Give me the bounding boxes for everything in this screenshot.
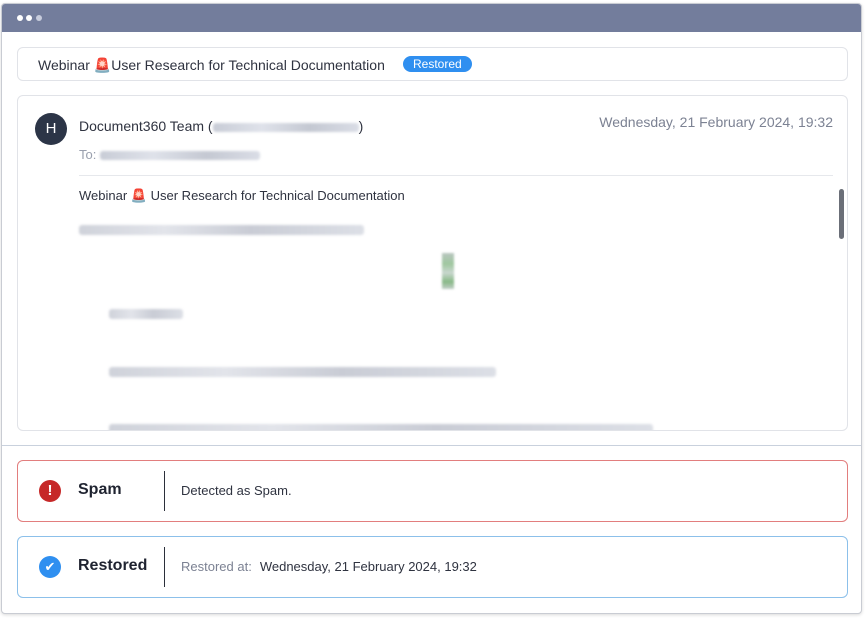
scrollbar[interactable]	[839, 189, 844, 239]
subject-bar: Webinar 🚨User Research for Technical Doc…	[17, 47, 848, 81]
header-divider	[79, 175, 833, 176]
redacted-image	[442, 253, 454, 289]
redacted-body-text	[109, 367, 496, 377]
body-title: Webinar 🚨 User Research for Technical Do…	[79, 188, 405, 204]
redacted-sender-email	[212, 122, 359, 132]
subject-text: User Research for Technical Documentatio…	[111, 57, 385, 73]
window-dot-icon	[17, 15, 23, 21]
redacted-body-text	[79, 225, 364, 235]
subject-line: Webinar 🚨User Research for Technical Doc…	[38, 57, 385, 74]
spam-status-card: ! Spam Detected as Spam.	[17, 460, 848, 522]
window-dot-icon	[26, 15, 32, 21]
body-title-prefix: Webinar	[79, 188, 128, 203]
subject-prefix: Webinar	[38, 57, 90, 73]
status-divider	[164, 471, 165, 511]
redacted-body-text	[109, 309, 183, 319]
email-viewer-window: Webinar 🚨User Research for Technical Doc…	[1, 3, 862, 614]
restored-status-card: ✔ Restored Restored at: Wednesday, 21 Feb…	[17, 536, 848, 598]
redacted-recipient-email	[99, 151, 260, 161]
window-dot-icon	[36, 15, 42, 21]
body-title-text: User Research for Technical Documentatio…	[150, 188, 405, 203]
siren-emoji-icon: 🚨	[130, 188, 147, 203]
status-name: Spam	[78, 481, 122, 498]
status-detail: Detected as Spam.	[181, 483, 292, 498]
sender-line: Document360 Team ()	[79, 118, 364, 134]
to-label: To:	[79, 147, 97, 162]
restored-at-value: Wednesday, 21 February 2024, 19:32	[259, 559, 477, 574]
status-badge: Restored	[403, 56, 472, 72]
sender-name: Document360 Team	[79, 118, 205, 134]
status-name: Restored	[78, 557, 148, 574]
recipient-line: To:	[79, 147, 260, 162]
window-titlebar	[2, 4, 861, 32]
siren-emoji-icon: 🚨	[93, 57, 112, 73]
restored-at-label: Restored at:	[181, 559, 252, 574]
message-preview[interactable]: H Document360 Team () Wednesday, 21 Febr…	[17, 95, 848, 431]
exclamation-icon: !	[39, 480, 61, 502]
redacted-body-text	[109, 424, 653, 430]
status-detail: Restored at: Wednesday, 21 February 2024,…	[181, 559, 477, 574]
avatar: H	[35, 113, 67, 145]
message-timestamp: Wednesday, 21 February 2024, 19:32	[599, 114, 833, 130]
section-divider	[2, 445, 861, 446]
checkmark-icon: ✔	[39, 556, 61, 578]
status-divider	[164, 547, 165, 587]
